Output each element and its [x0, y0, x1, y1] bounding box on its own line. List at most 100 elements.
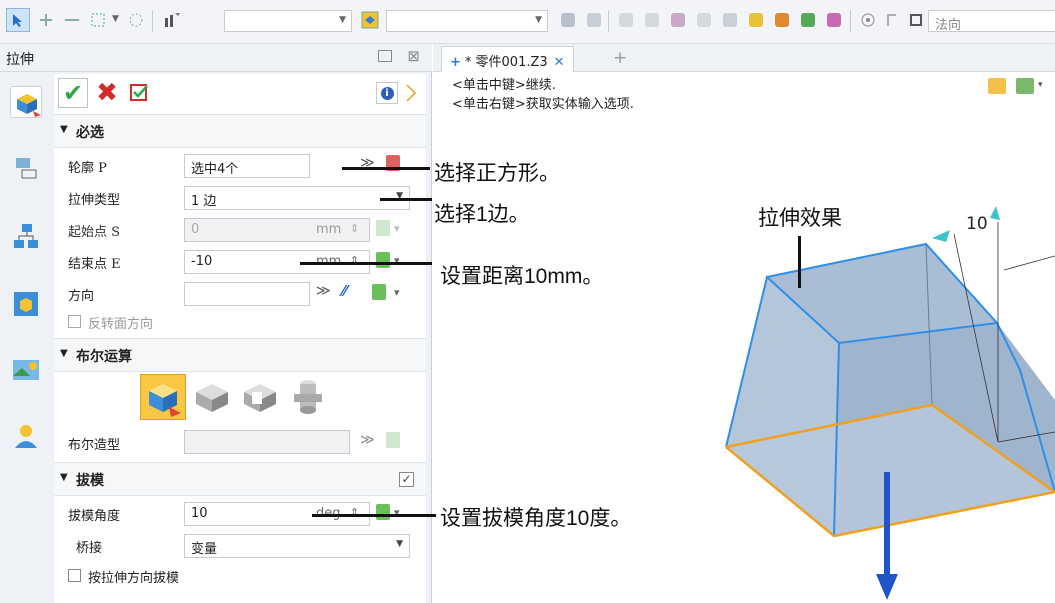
toolbar-tool-3[interactable] — [614, 8, 638, 32]
dropdown-arrow-icon[interactable]: ▾ — [394, 254, 400, 267]
pick-green-icon[interactable] — [386, 432, 400, 448]
boolean-intersect-button[interactable] — [286, 374, 330, 420]
profile-input[interactable]: 选中4个 — [184, 154, 310, 178]
pick-green-icon[interactable] — [376, 220, 390, 236]
toolbar-tool-12[interactable] — [856, 8, 880, 32]
extrude-panel: 拉伸 ⊠ ✔ ✖ i ▼ 必选 轮廓 P 选中4个 ≫ 拉伸类型 1 边 ▼ 起… — [0, 44, 432, 603]
exit-icon[interactable] — [988, 78, 1006, 94]
boolean-shape-input[interactable] — [184, 430, 350, 454]
toolbar-tool-11[interactable] — [822, 8, 846, 32]
user-icon[interactable] — [10, 420, 42, 452]
dropdown-arrow-icon[interactable]: ▾ — [394, 506, 400, 519]
move-tool-button[interactable] — [34, 8, 58, 32]
toolbar-tool-9[interactable] — [770, 8, 794, 32]
image-view-icon[interactable] — [10, 354, 42, 386]
double-chevron-down-icon[interactable]: ≫ — [316, 283, 331, 299]
apply-button[interactable] — [126, 80, 152, 106]
draft-enable-checkbox[interactable]: ✓ — [399, 472, 414, 487]
boolean-shape-row: 布尔造型 ≫ — [54, 424, 426, 456]
toolbar-tool-2[interactable] — [582, 8, 606, 32]
boolean-section-header[interactable]: ▼ 布尔运算 — [54, 338, 426, 372]
chevron-right-icon — [406, 84, 417, 102]
panel-title: 拉伸 — [6, 52, 34, 68]
collapse-triangle-icon: ▼ — [60, 348, 68, 359]
layers-icon — [749, 13, 763, 27]
direction-input[interactable] — [184, 282, 310, 306]
toolbar-tool-4[interactable] — [640, 8, 664, 32]
toolbar-tool-10[interactable] — [796, 8, 820, 32]
extrude-mode-icon[interactable] — [10, 86, 42, 118]
ok-button[interactable]: ✔ — [58, 78, 88, 108]
stack-icon — [561, 13, 575, 27]
pick-mode-combo[interactable]: ▼ — [386, 10, 548, 32]
coordinate-icon[interactable] — [10, 152, 42, 184]
info-button[interactable]: i — [376, 82, 398, 104]
reverse-direction-icon[interactable]: ⁄⁄ — [342, 282, 347, 300]
cancel-button[interactable]: ✖ — [92, 78, 122, 108]
required-section-header[interactable]: ▼ 必选 — [54, 114, 426, 148]
annotation-stroke — [312, 514, 436, 517]
panel-close-icon[interactable]: ⊠ — [407, 47, 420, 65]
spin-icon[interactable]: ⇕ — [350, 506, 359, 519]
toolbar-tool-7[interactable] — [718, 8, 742, 32]
filter-combo[interactable]: ▼ — [224, 10, 352, 32]
reverse-face-checkbox[interactable] — [68, 315, 81, 328]
extrude-type-select[interactable]: 1 边 ▼ — [184, 186, 410, 210]
extrude-box-icon — [149, 384, 181, 417]
main-toolbar: ▼ ▼ ▼ 法向 — [0, 0, 1055, 44]
boolean-remove-button[interactable] — [238, 374, 282, 420]
folder-icon — [775, 13, 789, 27]
grid-tool-button[interactable] — [86, 8, 110, 32]
toolbar-tool-8[interactable] — [744, 8, 768, 32]
pick-green-icon[interactable] — [376, 504, 390, 520]
dimension-label: 10 — [966, 214, 988, 234]
draft-by-direction-checkbox[interactable] — [68, 569, 81, 582]
tab-part001[interactable]: + * 零件001.Z3 ✕ — [441, 46, 574, 72]
toolbar-tool-14[interactable] — [904, 8, 928, 32]
filter-button[interactable] — [160, 8, 184, 32]
spin-icon[interactable]: ⇕ — [350, 254, 359, 267]
tree-toggle-icon[interactable] — [1016, 78, 1034, 94]
action-row: ✔ ✖ i — [54, 74, 426, 112]
boolean-base-button[interactable] — [140, 374, 186, 420]
select-tool-button[interactable] — [6, 8, 30, 32]
dimension-arrow-icon — [990, 206, 1000, 220]
pin-icon[interactable] — [378, 50, 392, 62]
lasso-tool-button[interactable] — [124, 8, 148, 32]
draft-angle-value: 10 — [191, 506, 208, 521]
dropdown-arrow-icon[interactable]: ▾ — [1038, 80, 1043, 90]
pick-green-icon[interactable] — [376, 252, 390, 268]
annotation-stroke — [300, 262, 432, 265]
dropdown-arrow-icon[interactable]: ▾ — [394, 222, 400, 235]
part-box-icon[interactable] — [10, 288, 42, 320]
toolbar-tool-6[interactable] — [692, 8, 716, 32]
bridge-select[interactable]: 变量 ▼ — [184, 534, 410, 558]
extrude-direction-arrow-icon[interactable] — [876, 574, 898, 600]
double-chevron-down-icon[interactable]: ≫ — [360, 432, 375, 448]
grid-dropdown-arrow-icon[interactable]: ▼ — [112, 14, 119, 24]
new-tab-button[interactable]: + — [613, 48, 627, 68]
spin-icon[interactable]: ⇕ — [350, 222, 359, 235]
expand-panel-button[interactable] — [404, 80, 418, 106]
grid-icon — [91, 13, 105, 27]
annotation-select-square: 选择正方形。 — [434, 162, 560, 185]
draft-section-title: 拔模 — [76, 473, 104, 489]
dotted-circle-icon — [129, 13, 143, 27]
draft-section-header[interactable]: ▼ 拔模 ✓ — [54, 462, 426, 496]
boolean-add-button[interactable] — [190, 374, 234, 420]
toolbar-tool-5[interactable] — [666, 8, 690, 32]
start-point-unit: mm — [316, 222, 342, 237]
toolbar-tool-13[interactable] — [880, 8, 904, 32]
pick-icon — [697, 13, 711, 27]
draft-angle-label: 拔模角度 — [68, 509, 121, 524]
pick-green-icon[interactable] — [372, 284, 386, 300]
line-tool-button[interactable] — [60, 8, 84, 32]
tree-structure-icon[interactable] — [10, 220, 42, 252]
tab-close-icon[interactable]: ✕ — [554, 55, 565, 70]
dropdown-arrow-icon[interactable]: ▾ — [394, 286, 400, 299]
view-filter-button[interactable] — [358, 8, 382, 32]
view-direction-combo[interactable]: 法向 — [928, 10, 1055, 33]
toolbar-tool-1[interactable] — [556, 8, 580, 32]
start-point-input[interactable]: 0 — [184, 218, 370, 242]
viewport-3d-model[interactable] — [700, 200, 1055, 603]
